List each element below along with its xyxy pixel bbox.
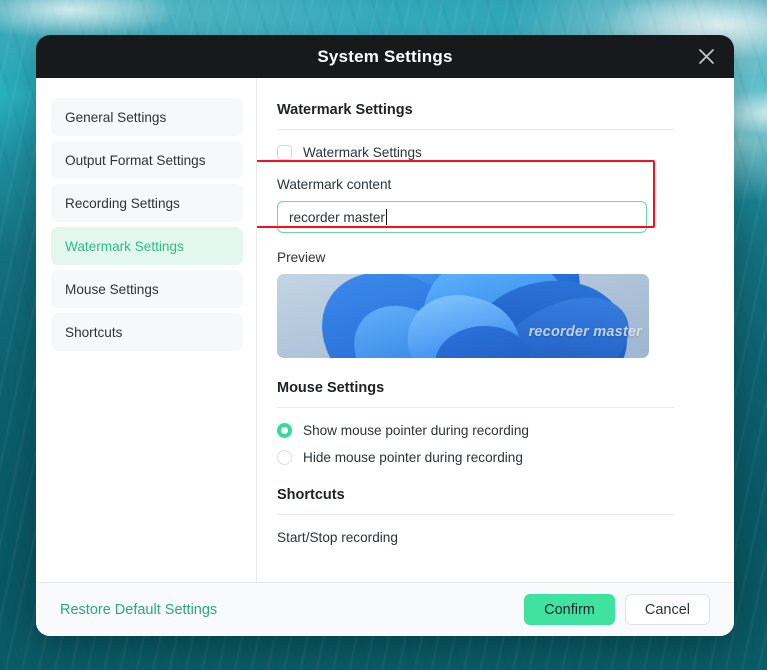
mouse-option-show-pointer[interactable]: Show mouse pointer during recording bbox=[277, 423, 674, 438]
sidebar-item-label: Recording Settings bbox=[65, 195, 180, 211]
mouse-option-label: Hide mouse pointer during recording bbox=[303, 450, 523, 465]
dialog-titlebar: System Settings bbox=[36, 35, 734, 78]
watermark-section-title: Watermark Settings bbox=[277, 102, 413, 118]
sidebar-item-label: Shortcuts bbox=[65, 324, 123, 340]
mouse-option-label: Show mouse pointer during recording bbox=[303, 423, 529, 438]
cancel-button[interactable]: Cancel bbox=[624, 594, 710, 625]
radio-show-pointer[interactable] bbox=[277, 423, 292, 438]
water-foam-streak bbox=[0, 0, 180, 40]
footer-actions: Confirm Cancel bbox=[524, 594, 710, 625]
watermark-content-value: recorder master bbox=[289, 209, 385, 225]
close-icon[interactable] bbox=[692, 43, 720, 71]
preview-label: Preview bbox=[277, 250, 326, 265]
preview-watermark-text: recorder master bbox=[528, 324, 642, 340]
restore-default-settings-link[interactable]: Restore Default Settings bbox=[60, 602, 217, 618]
watermark-enable-checkbox[interactable] bbox=[277, 145, 292, 160]
sidebar-item-label: Output Format Settings bbox=[65, 152, 206, 168]
desktop-background: System Settings General Settings Output … bbox=[0, 0, 767, 670]
sidebar-item-label: General Settings bbox=[65, 109, 167, 125]
section-divider bbox=[277, 129, 674, 130]
watermark-enable-label: Watermark Settings bbox=[303, 145, 422, 160]
sidebar-item-output-format-settings[interactable]: Output Format Settings bbox=[51, 141, 243, 179]
watermark-enable-row[interactable]: Watermark Settings bbox=[277, 145, 674, 160]
section-divider bbox=[277, 407, 674, 408]
mouse-section-title: Mouse Settings bbox=[277, 380, 385, 396]
sidebar-item-recording-settings[interactable]: Recording Settings bbox=[51, 184, 243, 222]
section-divider bbox=[277, 514, 674, 515]
shortcut-row-start-stop-recording[interactable]: Start/Stop recording bbox=[277, 530, 674, 545]
dialog-body: General Settings Output Format Settings … bbox=[36, 78, 734, 582]
system-settings-dialog: System Settings General Settings Output … bbox=[36, 35, 734, 636]
sidebar-item-general-settings[interactable]: General Settings bbox=[51, 98, 243, 136]
sidebar-item-shortcuts[interactable]: Shortcuts bbox=[51, 313, 243, 351]
watermark-content-label: Watermark content bbox=[277, 177, 392, 192]
sidebar-item-label: Watermark Settings bbox=[65, 238, 184, 254]
dialog-footer: Restore Default Settings Confirm Cancel bbox=[36, 582, 734, 636]
settings-sidebar: General Settings Output Format Settings … bbox=[36, 78, 257, 582]
shortcuts-section-title: Shortcuts bbox=[277, 487, 345, 503]
dialog-title: System Settings bbox=[317, 46, 453, 66]
watermark-content-input[interactable]: recorder master bbox=[277, 201, 647, 233]
sidebar-item-label: Mouse Settings bbox=[65, 281, 159, 297]
mouse-option-hide-pointer[interactable]: Hide mouse pointer during recording bbox=[277, 450, 674, 465]
confirm-button[interactable]: Confirm bbox=[524, 594, 615, 625]
sidebar-item-watermark-settings[interactable]: Watermark Settings bbox=[51, 227, 243, 265]
sidebar-item-mouse-settings[interactable]: Mouse Settings bbox=[51, 270, 243, 308]
watermark-preview-image: recorder master bbox=[277, 274, 649, 358]
settings-content-panel: Watermark Settings Watermark Settings Wa… bbox=[257, 78, 734, 582]
text-caret bbox=[385, 209, 388, 225]
radio-hide-pointer[interactable] bbox=[277, 450, 292, 465]
